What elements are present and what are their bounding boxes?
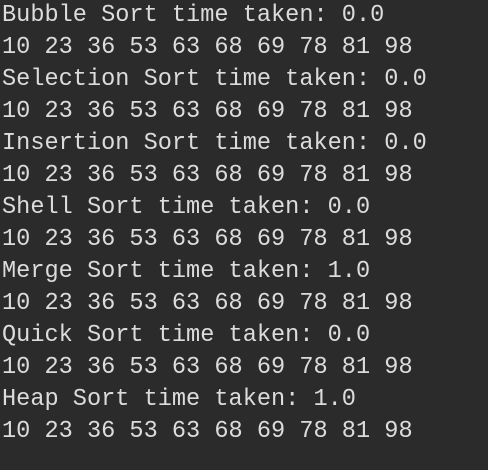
shell-sort-time-line: Shell Sort time taken: 0.0	[2, 194, 371, 221]
merge-sort-result-line: 10 23 36 53 63 68 69 78 81 98	[2, 290, 413, 317]
quick-sort-time-line: Quick Sort time taken: 0.0	[2, 322, 371, 349]
heap-sort-result-line: 10 23 36 53 63 68 69 78 81 98	[2, 418, 413, 445]
insertion-sort-time-line: Insertion Sort time taken: 0.0	[2, 130, 427, 157]
merge-sort-time-line: Merge Sort time taken: 1.0	[2, 258, 371, 285]
console-output: Bubble Sort time taken: 0.0 10 23 36 53 …	[0, 0, 488, 470]
selection-sort-result-line: 10 23 36 53 63 68 69 78 81 98	[2, 98, 413, 125]
shell-sort-result-line: 10 23 36 53 63 68 69 78 81 98	[2, 226, 413, 253]
bubble-sort-result-line: 10 23 36 53 63 68 69 78 81 98	[2, 34, 413, 61]
selection-sort-time-line: Selection Sort time taken: 0.0	[2, 66, 427, 93]
quick-sort-result-line: 10 23 36 53 63 68 69 78 81 98	[2, 354, 413, 381]
heap-sort-time-line: Heap Sort time taken: 1.0	[2, 386, 356, 413]
bubble-sort-time-line: Bubble Sort time taken: 0.0	[2, 2, 385, 29]
insertion-sort-result-line: 10 23 36 53 63 68 69 78 81 98	[2, 162, 413, 189]
